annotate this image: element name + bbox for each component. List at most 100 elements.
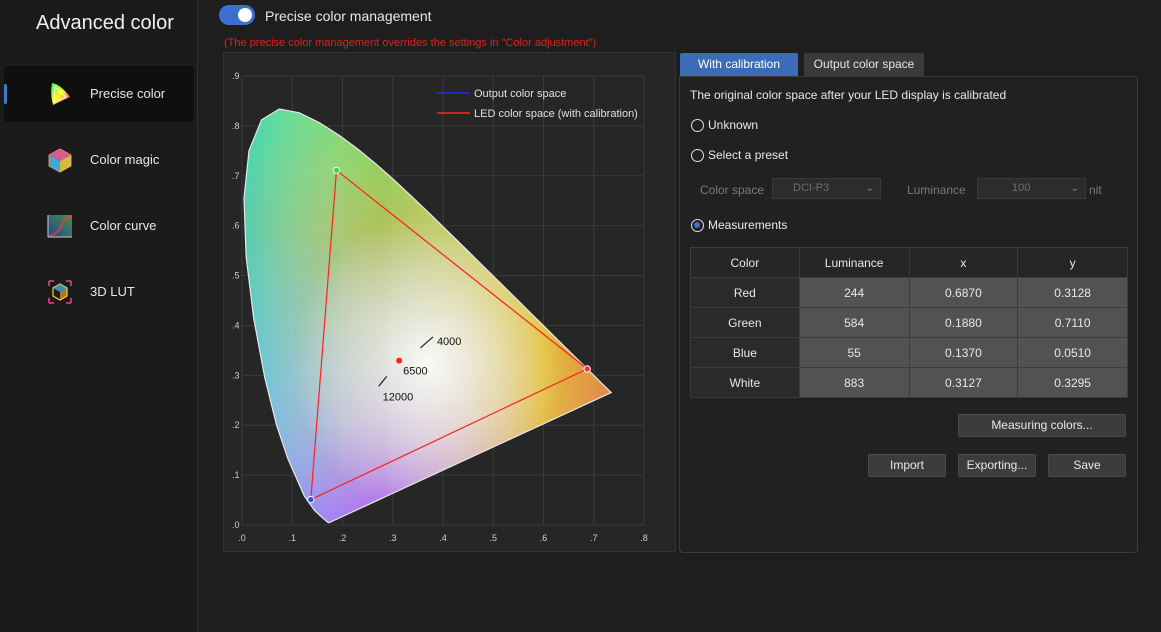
table-row: Green 584 0.1880 0.7110: [690, 307, 1128, 338]
row-color-name: Blue: [690, 337, 800, 368]
radio-label-measurements: Measurements: [708, 218, 788, 232]
y-tick-label: .7: [232, 171, 240, 181]
cct-label: 6500: [403, 366, 427, 378]
column-header-luminance: Luminance: [798, 247, 910, 278]
app-title: Advanced color: [36, 12, 174, 34]
main-content: Precise color management (The precise co…: [199, 0, 1161, 632]
active-indicator: [4, 84, 7, 104]
color-cube-icon: [48, 148, 72, 173]
series-point[interactable]: [583, 365, 591, 373]
radio-label-unknown: Unknown: [708, 118, 759, 132]
toggle-label: Precise color management: [265, 8, 432, 24]
table-row: White 883 0.3127 0.3295: [690, 367, 1128, 398]
chromaticity-chart-panel: .0 .1 .2 .3 .4 .5 .6 .7 .8 .0 .1 .2 .3 .4 .5 .6 .7 .8 .9 4…: [223, 52, 676, 552]
cct-label: 4000: [437, 336, 461, 348]
luminance-select[interactable]: 100 ⌄: [977, 178, 1086, 199]
row-color-name: Green: [690, 307, 800, 338]
y-cell[interactable]: 0.3128: [1017, 277, 1128, 308]
sidebar-item-label: Color curve: [90, 218, 157, 233]
measurements-table: Color Luminance x y Red 244 0.6870 0.312…: [690, 247, 1128, 398]
white-point: [396, 357, 403, 364]
tab-with-calibration[interactable]: With calibration: [680, 53, 798, 76]
sidebar-item-3d-lut[interactable]: 3D LUT: [4, 264, 194, 320]
table-header-row: Color Luminance x y: [690, 247, 1128, 278]
calibration-panel: The original color space after your LED …: [679, 76, 1138, 553]
curve-graph-icon: [47, 215, 73, 238]
row-color-name: Red: [690, 277, 800, 308]
y-tick-label: .8: [232, 121, 240, 131]
calibration-description: The original color space after your LED …: [690, 88, 1007, 102]
legend-label: LED color space (with calibration): [474, 108, 638, 120]
y-tick-label: .3: [232, 370, 240, 380]
y-tick-label: .2: [232, 420, 240, 430]
x-tick-label: .0: [238, 533, 246, 543]
luminance-value: 100: [1012, 182, 1031, 194]
color-space-value: DCI-P3: [793, 182, 830, 194]
radio-unknown[interactable]: [691, 119, 704, 132]
luminance-cell[interactable]: 55: [798, 337, 910, 368]
sidebar-item-color-magic[interactable]: Color magic: [4, 132, 194, 188]
x-tick-label: .7: [590, 533, 598, 543]
y-cell[interactable]: 0.7110: [1017, 307, 1128, 338]
table-row: Red 244 0.6870 0.3128: [690, 277, 1128, 308]
row-color-name: White: [690, 367, 800, 398]
x-tick-label: .6: [540, 533, 548, 543]
save-button[interactable]: Save: [1048, 454, 1126, 477]
sidebar-item-label: Precise color: [90, 86, 166, 101]
radio-select-preset[interactable]: [691, 149, 704, 162]
table-row: Blue 55 0.1370 0.0510: [690, 337, 1128, 368]
precise-color-toggle[interactable]: [219, 5, 255, 25]
y-tick-label: .6: [232, 221, 240, 231]
y-cell[interactable]: 0.3295: [1017, 367, 1128, 398]
y-tick-label: .5: [232, 271, 240, 281]
x-tick-label: .2: [339, 533, 347, 543]
column-header-y: y: [1017, 247, 1128, 278]
cct-label: 12000: [383, 391, 414, 403]
toggle-knob: [238, 8, 252, 22]
export-button[interactable]: Exporting...: [958, 454, 1036, 477]
y-tick-label: .1: [232, 470, 240, 480]
color-space-select[interactable]: DCI-P3 ⌄: [772, 178, 881, 199]
chart-legend: Output color space LED color space (with …: [437, 88, 638, 120]
sidebar-item-color-curve[interactable]: Color curve: [4, 198, 194, 254]
sidebar: Advanced color Precise color Color magic…: [0, 0, 198, 632]
x-tick-label: .3: [389, 533, 397, 543]
gamut-triangle-icon: [51, 83, 70, 105]
radio-label-select-preset: Select a preset: [708, 148, 789, 162]
x-cell[interactable]: 0.6870: [908, 277, 1019, 308]
radio-measurements[interactable]: [691, 219, 704, 232]
measuring-colors-button[interactable]: Measuring colors...: [958, 414, 1126, 437]
luminance-unit: nit: [1089, 183, 1102, 197]
lut-cube-icon: [48, 280, 72, 304]
luminance-cell[interactable]: 584: [798, 307, 910, 338]
cie-chromaticity-chart: .0 .1 .2 .3 .4 .5 .6 .7 .8 .0 .1 .2 .3 .4 .5 .6 .7 .8 .9 4…: [232, 71, 648, 543]
y-tick-label: .9: [232, 71, 240, 81]
y-tick-label: .0: [232, 520, 240, 530]
x-tick-label: .5: [489, 533, 497, 543]
column-header-color: Color: [690, 247, 800, 278]
sidebar-item-label: Color magic: [90, 152, 160, 167]
luminance-cell[interactable]: 883: [798, 367, 910, 398]
x-tick-label: .1: [288, 533, 296, 543]
luminance-label: Luminance: [907, 183, 966, 197]
y-cell[interactable]: 0.0510: [1017, 337, 1128, 368]
x-cell[interactable]: 0.1370: [908, 337, 1019, 368]
y-tick-label: .4: [232, 320, 240, 330]
luminance-cell[interactable]: 244: [798, 277, 910, 308]
series-point[interactable]: [332, 166, 341, 174]
sidebar-item-precise-color[interactable]: Precise color: [4, 66, 194, 122]
override-warning: (The precise color management overrides …: [224, 37, 597, 49]
legend-label: Output color space: [474, 88, 566, 100]
chevron-down-icon: ⌄: [1070, 183, 1079, 194]
x-cell[interactable]: 0.3127: [908, 367, 1019, 398]
series-point[interactable]: [307, 495, 315, 504]
x-tick-label: .8: [640, 533, 648, 543]
sidebar-item-label: 3D LUT: [90, 284, 135, 299]
color-space-label: Color space: [700, 183, 765, 197]
column-header-x: x: [908, 247, 1019, 278]
x-tick-label: .4: [439, 533, 447, 543]
chevron-down-icon: ⌄: [865, 183, 874, 194]
x-cell[interactable]: 0.1880: [908, 307, 1019, 338]
import-button[interactable]: Import: [868, 454, 946, 477]
tab-output-color-space[interactable]: Output color space: [804, 53, 924, 76]
